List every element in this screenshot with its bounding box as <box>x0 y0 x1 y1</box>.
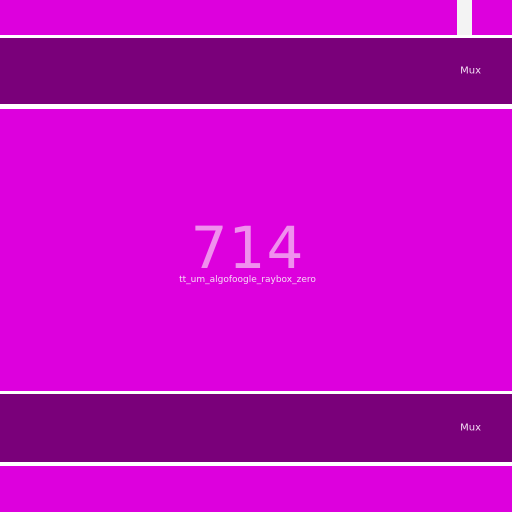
project-name: tt_um_algofoogle_raybox_zero <box>179 275 316 285</box>
top-strip-gap <box>457 0 472 35</box>
mux-label-bottom: Mux <box>460 422 481 434</box>
mux-row-bottom[interactable]: Mux <box>0 394 512 462</box>
project-number: 714 <box>190 214 305 282</box>
screen: Mux 714 tt_um_algofoogle_raybox_zero Mux <box>0 0 512 512</box>
top-strip[interactable] <box>0 0 512 35</box>
mux-row-top[interactable]: Mux <box>0 38 512 104</box>
project-panel[interactable]: 714 tt_um_algofoogle_raybox_zero <box>0 109 512 391</box>
bottom-strip[interactable] <box>0 466 512 512</box>
mux-label-top: Mux <box>460 65 481 77</box>
